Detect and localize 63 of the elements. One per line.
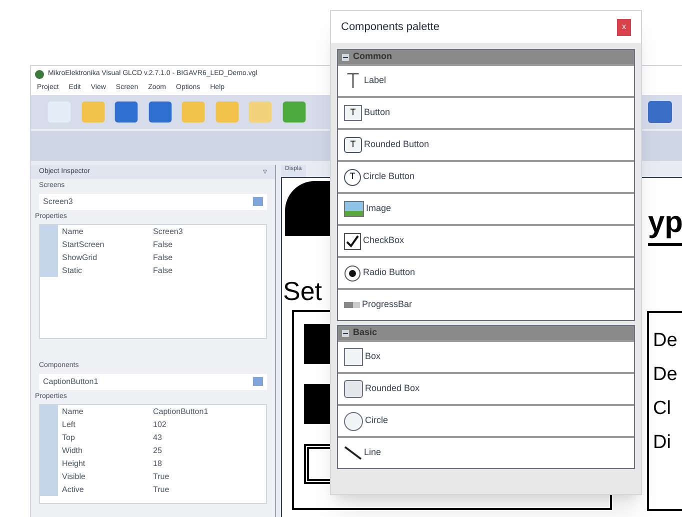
property-value: CaptionButton1 — [153, 406, 208, 418]
canvas-label: Di — [653, 431, 672, 455]
square-icon — [344, 348, 363, 366]
collapse-icon — [342, 54, 349, 60]
radio-icon — [344, 264, 361, 282]
pin-icon[interactable]: ▿ — [263, 166, 267, 178]
property-value: False — [153, 252, 173, 264]
property-value: 43 — [153, 432, 162, 444]
app-logo-icon — [35, 70, 44, 78]
canvas-label: Set — [283, 278, 322, 304]
property-value: True — [153, 470, 170, 482]
group-header[interactable]: Basic — [338, 326, 634, 340]
palette-item[interactable]: Radio Button — [338, 256, 634, 288]
palette-title: Components palette — [341, 20, 440, 35]
palette-item[interactable]: T Button — [338, 96, 634, 128]
close-button[interactable]: x — [617, 18, 631, 36]
heading-text: yp — [648, 208, 682, 238]
palette-item[interactable]: T Label — [338, 64, 634, 96]
property-value: False — [153, 264, 173, 276]
palette-item[interactable]: CheckBox — [338, 224, 634, 256]
progress-bar-icon — [344, 302, 360, 308]
property-value: True — [153, 484, 170, 496]
property-name: ShowGrid — [61, 252, 98, 264]
property-name: Height — [61, 458, 86, 470]
display-graphic — [285, 181, 333, 236]
palette-item[interactable]: T Rounded Button — [338, 128, 634, 160]
row-gutter — [40, 225, 58, 277]
property-name: Static — [61, 264, 84, 276]
group-header[interactable]: Common — [338, 50, 634, 64]
palette-item[interactable]: Image — [338, 192, 634, 224]
property-value: False — [153, 238, 173, 250]
property-name: Width — [61, 444, 84, 456]
text-button-icon: T — [344, 137, 362, 153]
collapse-icon — [342, 330, 349, 336]
palette-item[interactable]: Circle — [338, 404, 634, 436]
checkbox-icon — [344, 232, 361, 250]
palette-item[interactable]: Box — [338, 340, 634, 372]
canvas-label: De — [653, 329, 678, 353]
property-name: Name — [61, 226, 84, 238]
property-name: Visible — [61, 470, 86, 482]
dropdown-field[interactable]: CaptionButton1 — [39, 374, 267, 390]
property-name: Top — [61, 432, 76, 444]
palette-item[interactable]: T Circle Button — [338, 160, 634, 192]
palette-item[interactable]: ProgressBar — [338, 288, 634, 320]
property-value: 18 — [153, 458, 162, 470]
property-value: 25 — [153, 444, 162, 456]
dropdown-field[interactable]: Screen3 — [39, 194, 267, 210]
text-button-icon: T — [344, 105, 362, 121]
landscape-image-icon — [344, 201, 364, 217]
property-value: Screen3 — [153, 226, 183, 238]
canvas-label: Cl — [653, 397, 672, 421]
palette-item[interactable]: Rounded Box — [338, 372, 634, 404]
property-name: Active — [61, 484, 85, 496]
text-icon: T — [344, 71, 362, 91]
circle-text-icon: T — [344, 168, 361, 186]
property-name: StartScreen — [61, 238, 106, 250]
palette-item[interactable]: Line — [338, 436, 634, 468]
rounded-square-icon — [344, 380, 363, 398]
property-name: Name — [61, 406, 84, 418]
canvas-label: De — [653, 363, 678, 387]
property-value: 102 — [153, 418, 166, 430]
diagonal-line-icon — [344, 446, 362, 460]
property-name: Left — [61, 418, 76, 430]
